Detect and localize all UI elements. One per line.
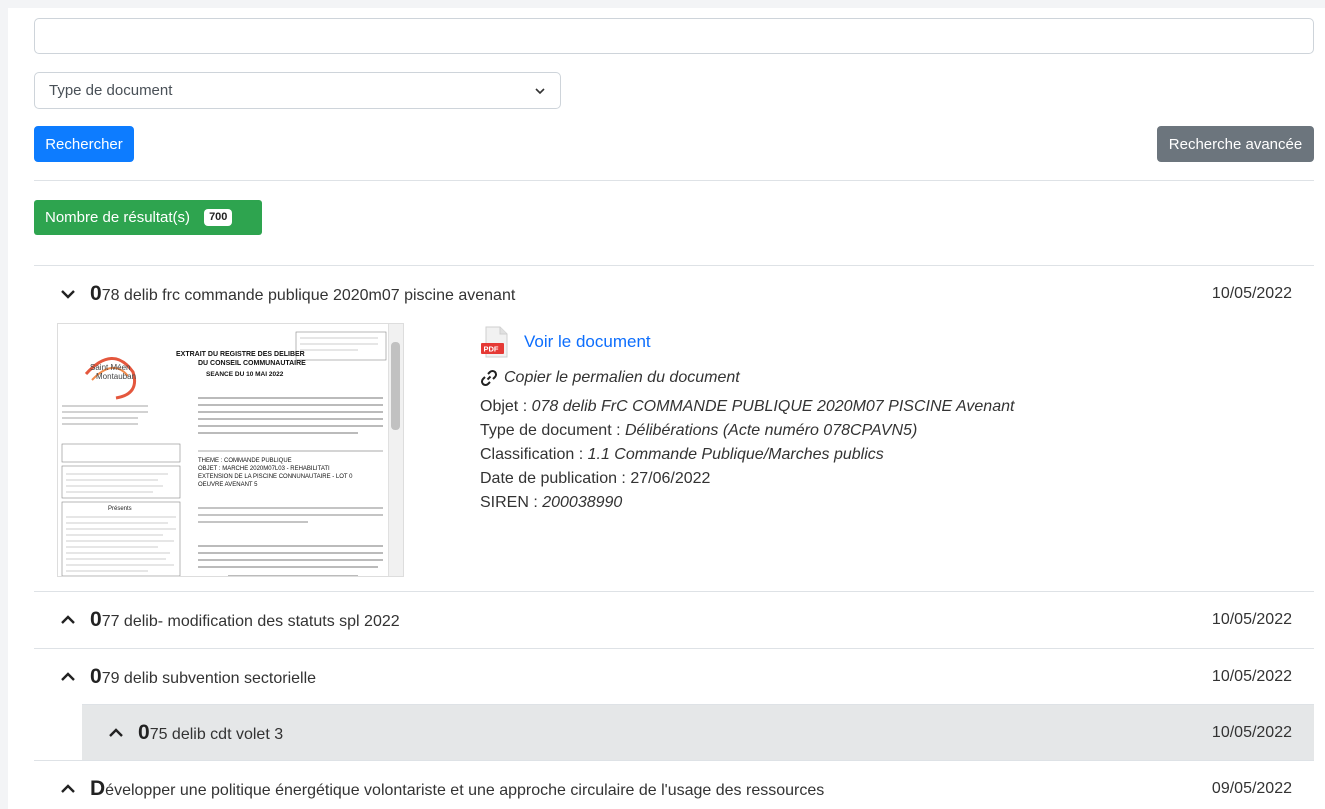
result-date: 10/05/2022	[1211, 284, 1292, 302]
document-preview-image: Saint Méen Montauban EXTRAIT DU REGISTRE…	[58, 324, 390, 576]
result-row-expanded[interactable]: 078 delib frc commande publique 2020m07 …	[34, 265, 1314, 321]
view-document-label[interactable]: Voir le document	[524, 332, 651, 352]
svg-text:Présents: Présents	[108, 506, 132, 512]
result-row-nested[interactable]: 075 delib cdt volet 3 10/05/2022	[82, 704, 1314, 760]
search-button[interactable]: Rechercher	[34, 126, 134, 162]
svg-text:OEUVRE AVENANT 5: OEUVRE AVENANT 5	[198, 482, 258, 488]
chevron-up-icon[interactable]	[60, 781, 76, 797]
copy-permalink-link[interactable]: Copier le permalien du document	[480, 369, 1280, 387]
result-title[interactable]: 077 delib- modification des statuts spl …	[90, 608, 1212, 632]
meta-siren: SIREN : 200038990	[480, 494, 623, 511]
meta-objet: Objet : 078 delib FrC COMMANDE PUBLIQUE …	[480, 398, 1015, 415]
search-input[interactable]	[34, 18, 1314, 54]
svg-text:EXTENSION DE LA PISCINE CONNUN: EXTENSION DE LA PISCINE CONNUNAUTAIRE - …	[198, 474, 353, 480]
results-count-value: 700	[204, 209, 233, 226]
result-row[interactable]: 079 delib subvention sectorielle 10/05/2…	[34, 648, 1314, 704]
document-type-select[interactable]: Type de document	[34, 72, 561, 109]
document-preview[interactable]: Saint Méen Montauban EXTRAIT DU REGISTRE…	[57, 323, 404, 577]
results-count-badge: Nombre de résultat(s) 700	[34, 200, 262, 235]
pdf-icon[interactable]: PDF	[480, 325, 510, 359]
copy-permalink-label[interactable]: Copier le permalien du document	[504, 369, 740, 387]
svg-text:DU CONSEIL COMMUNAUTAIRE: DU CONSEIL COMMUNAUTAIRE	[198, 360, 306, 367]
page: Type de document Rechercher Recherche av…	[8, 8, 1325, 809]
advanced-search-button[interactable]: Recherche avancée	[1157, 126, 1314, 162]
preview-scrollbar[interactable]	[388, 324, 403, 576]
result-row[interactable]: 077 delib- modification des statuts spl …	[34, 591, 1314, 647]
svg-text:EXTRAIT DU REGISTRE DES DELIBE: EXTRAIT DU REGISTRE DES DELIBER	[176, 351, 305, 358]
result-title[interactable]: Développer une politique énergétique vol…	[90, 777, 1212, 801]
result-date: 09/05/2022	[1211, 779, 1292, 797]
document-type-select-value: Type de document	[49, 82, 173, 99]
preview-scrollbar-thumb[interactable]	[391, 342, 400, 430]
svg-text:PDF: PDF	[484, 345, 499, 354]
result-row[interactable]: Développer une politique énergétique vol…	[34, 760, 1314, 809]
meta-classification: Classification : 1.1 Commande Publique/M…	[480, 446, 884, 463]
chevron-down-icon[interactable]	[60, 286, 76, 302]
svg-text:SEANCE DU 10 MAI 2022: SEANCE DU 10 MAI 2022	[206, 371, 284, 378]
link-icon[interactable]	[480, 369, 498, 387]
result-date: 10/05/2022	[1211, 610, 1292, 628]
view-document-link[interactable]: PDF Voir le document	[480, 324, 1280, 360]
chevron-up-icon[interactable]	[60, 612, 76, 628]
result-date: 10/05/2022	[1211, 723, 1292, 741]
result-title[interactable]: 079 delib subvention sectorielle	[90, 665, 1212, 689]
svg-text:OBJET : MARCHE 2020M07L03 - RE: OBJET : MARCHE 2020M07L03 - REHABILITATI	[198, 466, 330, 472]
chevron-up-icon[interactable]	[108, 725, 124, 741]
chevron-down-icon	[535, 87, 545, 94]
svg-text:Montauban: Montauban	[96, 372, 136, 381]
meta-type: Type de document : Délibérations (Acte n…	[480, 422, 918, 439]
svg-text:Saint Méen: Saint Méen	[90, 363, 130, 372]
result-title[interactable]: 078 delib frc commande publique 2020m07 …	[90, 282, 1212, 306]
svg-text:THEME : COMMANDE PUBLIQUE: THEME : COMMANDE PUBLIQUE	[198, 458, 292, 464]
results-count-label: Nombre de résultat(s)	[45, 209, 191, 226]
meta-publication-date: Date de publication : 27/06/2022	[480, 470, 711, 487]
chevron-up-icon[interactable]	[60, 669, 76, 685]
result-date: 10/05/2022	[1211, 667, 1292, 685]
divider	[34, 180, 1314, 181]
result-details: PDF Voir le document Copier le permalien…	[480, 324, 1280, 515]
result-title[interactable]: 075 delib cdt volet 3	[138, 721, 1212, 745]
